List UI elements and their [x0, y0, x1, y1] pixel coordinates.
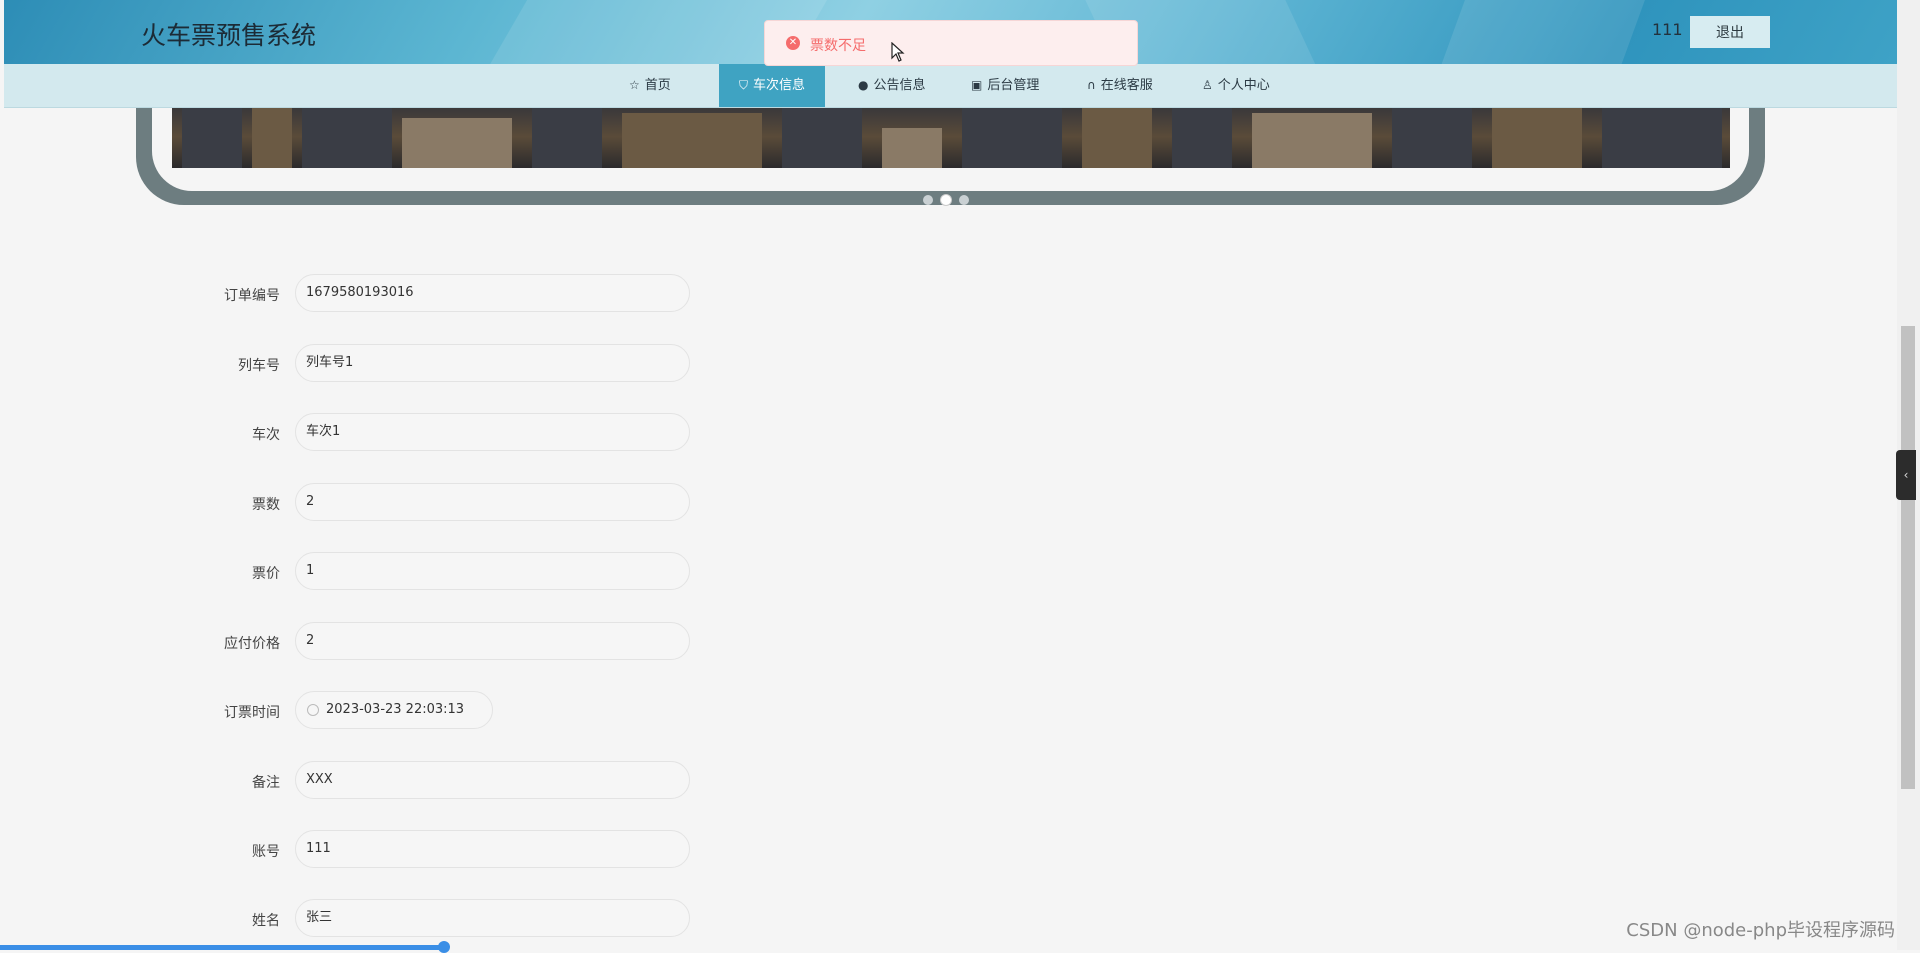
- bag-icon: ⛉: [739, 78, 749, 92]
- site-title: 火车票预售系统: [141, 21, 317, 50]
- toast-message: 票数不足: [810, 38, 866, 54]
- carousel-dots: [923, 190, 977, 209]
- field-label: 应付价格: [224, 636, 280, 652]
- scrollbar-thumb[interactable]: [1901, 326, 1915, 789]
- nav-item-support[interactable]: ∩ 在线客服: [1067, 64, 1173, 107]
- user-name: 111: [1652, 20, 1683, 39]
- nav-item-profile[interactable]: ♙ 个人中心: [1182, 64, 1290, 107]
- progress-knob[interactable]: [438, 941, 450, 953]
- box-icon: ▣: [971, 78, 983, 92]
- main-nav: ☆ 首页 ⛉ 车次信息 ● 公告信息 ▣ 后台管理 ∩ 在线客服 ♙ 个人中心: [4, 64, 1897, 108]
- train-run-field[interactable]: 车次1: [295, 413, 690, 451]
- account-field[interactable]: 111: [295, 830, 690, 868]
- field-label: 票价: [252, 566, 280, 582]
- field-label: 姓名: [252, 913, 280, 929]
- star-icon: ☆: [629, 78, 640, 92]
- nav-item-home[interactable]: ☆ 首页: [609, 64, 691, 107]
- chevron-left-icon: ‹: [1903, 468, 1909, 482]
- user-icon: ♙: [1202, 78, 1213, 92]
- nav-item-announcements[interactable]: ● 公告信息: [838, 64, 946, 107]
- carousel-dot[interactable]: [923, 195, 933, 205]
- carousel-dot[interactable]: [959, 195, 969, 205]
- name-field[interactable]: 张三: [295, 899, 690, 937]
- ticket-count-field[interactable]: 2: [295, 483, 690, 521]
- collapse-side-panel-button[interactable]: ‹: [1896, 450, 1916, 500]
- error-toast: ✕ 票数不足: [764, 20, 1138, 66]
- field-label: 账号: [252, 844, 280, 860]
- nav-item-train-info[interactable]: ⛉ 车次信息: [719, 64, 826, 107]
- watermark: CSDN @node-php毕设程序源码: [1626, 920, 1895, 941]
- train-no-field[interactable]: 列车号1: [295, 344, 690, 382]
- booking-time-picker[interactable]: 2023-03-23 22:03:13: [295, 691, 493, 729]
- field-label: 票数: [252, 497, 280, 513]
- remark-field[interactable]: XXX: [295, 761, 690, 799]
- field-label: 列车号: [238, 358, 280, 374]
- clock-icon: [307, 704, 319, 716]
- logout-button[interactable]: 退出: [1690, 16, 1770, 48]
- field-label: 订单编号: [224, 288, 280, 304]
- order-no-field[interactable]: 1679580193016: [295, 274, 690, 312]
- headset-icon: ∩: [1087, 78, 1096, 92]
- field-label: 备注: [252, 775, 280, 791]
- field-label: 订票时间: [224, 705, 280, 721]
- field-label: 车次: [252, 427, 280, 443]
- error-icon: ✕: [786, 36, 800, 50]
- ticket-price-field[interactable]: 1: [295, 552, 690, 590]
- amount-due-field[interactable]: 2: [295, 622, 690, 660]
- info-icon: ●: [858, 78, 869, 92]
- carousel-dot-active[interactable]: [941, 195, 951, 205]
- nav-item-admin[interactable]: ▣ 后台管理: [951, 64, 1059, 107]
- bottom-progress-bar: [0, 945, 446, 950]
- booking-time-value: 2023-03-23 22:03:13: [326, 702, 465, 717]
- mouse-cursor-icon: [891, 42, 905, 62]
